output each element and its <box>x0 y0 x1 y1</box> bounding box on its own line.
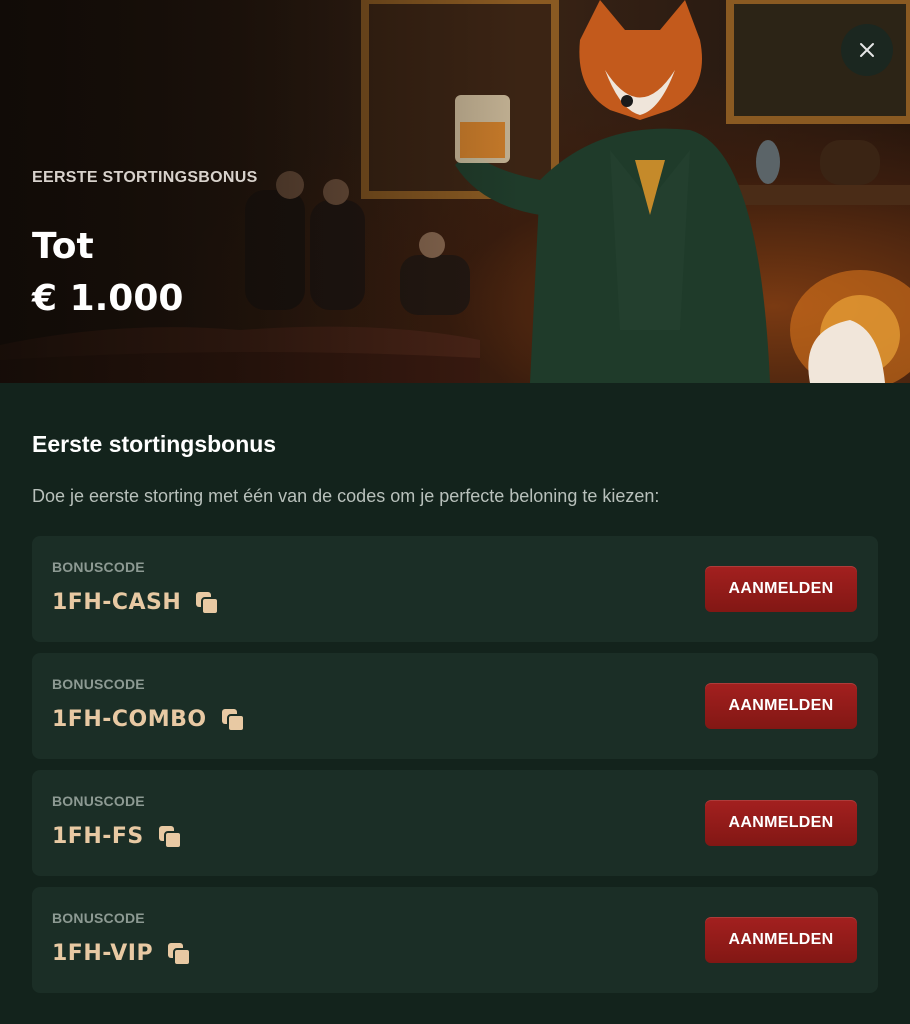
bonus-code-text: 1FH-FS <box>52 824 144 849</box>
section-title: Eerste stortingsbonus <box>32 431 277 457</box>
bonus-code-card: BONUSCODE 1FH-VIP AANMELDEN <box>32 887 878 993</box>
copy-icon[interactable] <box>195 591 220 615</box>
bonus-code-card: BONUSCODE 1FH-COMBO AANMELDEN <box>32 653 878 759</box>
hero-title-line1: Tot <box>32 226 94 267</box>
close-button[interactable] <box>841 24 893 76</box>
bonus-code-label: BONUSCODE <box>52 559 145 575</box>
close-icon <box>860 43 874 57</box>
bonus-code-value: 1FH-VIP <box>52 941 192 966</box>
section-description: Doe je eerste storting met één van de co… <box>32 486 660 506</box>
hero-gradient-overlay <box>0 0 520 383</box>
bonus-code-text: 1FH-VIP <box>52 941 154 966</box>
bonus-code-text: 1FH-COMBO <box>52 707 207 732</box>
copy-icon[interactable] <box>221 708 245 732</box>
bonus-code-text: 1FH-CASH <box>52 590 182 615</box>
copy-icon[interactable] <box>158 825 182 849</box>
hero-eyebrow: EERSTE STORTINGSBONUS <box>32 169 258 186</box>
bonus-code-value: 1FH-CASH <box>52 590 220 615</box>
hero-title: Tot € 1.000 <box>32 221 332 325</box>
hero-title-line2: € 1.000 <box>32 278 184 319</box>
copy-icon[interactable] <box>167 942 192 966</box>
bonus-code-value: 1FH-FS <box>52 824 182 849</box>
bonus-code-card: BONUSCODE 1FH-FS AANMELDEN <box>32 770 878 876</box>
hero-banner: EERSTE STORTINGSBONUS Tot € 1.000 <box>0 0 910 383</box>
bonus-code-label: BONUSCODE <box>52 676 145 692</box>
signup-button[interactable]: AANMELDEN <box>705 800 857 846</box>
bonus-code-label: BONUSCODE <box>52 910 145 926</box>
bonus-code-card: BONUSCODE 1FH-CASH AANMELDEN <box>32 536 878 642</box>
bonus-code-label: BONUSCODE <box>52 793 145 809</box>
signup-button[interactable]: AANMELDEN <box>705 917 857 963</box>
signup-button[interactable]: AANMELDEN <box>705 566 857 612</box>
signup-button[interactable]: AANMELDEN <box>705 683 857 729</box>
bonus-code-value: 1FH-COMBO <box>52 707 245 732</box>
